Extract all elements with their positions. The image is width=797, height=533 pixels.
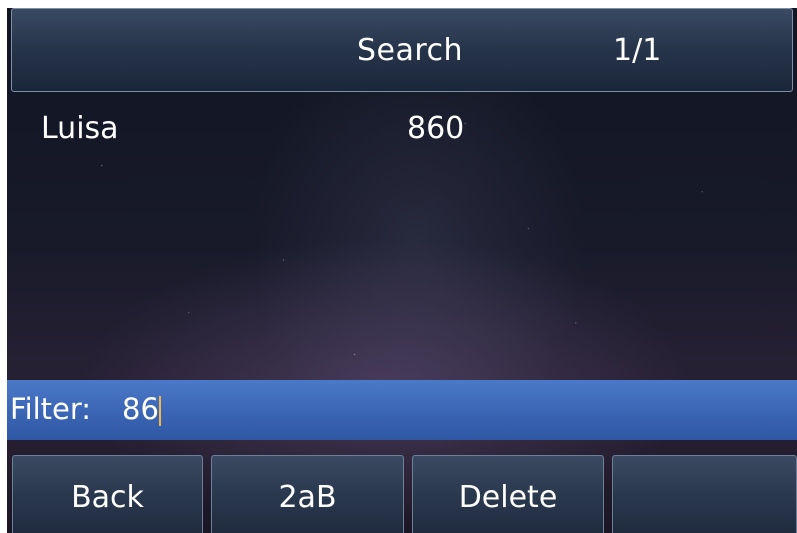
empty-softkey[interactable] bbox=[612, 455, 797, 533]
delete-button[interactable]: Delete bbox=[412, 455, 604, 533]
page-indicator: 1/1 bbox=[613, 33, 662, 68]
header-bar: Search 1/1 bbox=[11, 8, 793, 92]
contact-number: 860 bbox=[407, 111, 465, 146]
text-caret bbox=[159, 396, 161, 426]
input-mode-button[interactable]: 2aB bbox=[211, 455, 404, 533]
filter-value: 86 bbox=[122, 392, 159, 426]
back-button[interactable]: Back bbox=[12, 455, 203, 533]
page-title: Search bbox=[357, 33, 464, 68]
contact-name: Luisa bbox=[41, 111, 119, 146]
filter-label: Filter: bbox=[10, 392, 92, 426]
filter-input[interactable]: Filter: 86 bbox=[7, 380, 797, 440]
phone-screen: Search 1/1 Luisa 860 Filter: 86 Back 2aB… bbox=[7, 8, 797, 533]
